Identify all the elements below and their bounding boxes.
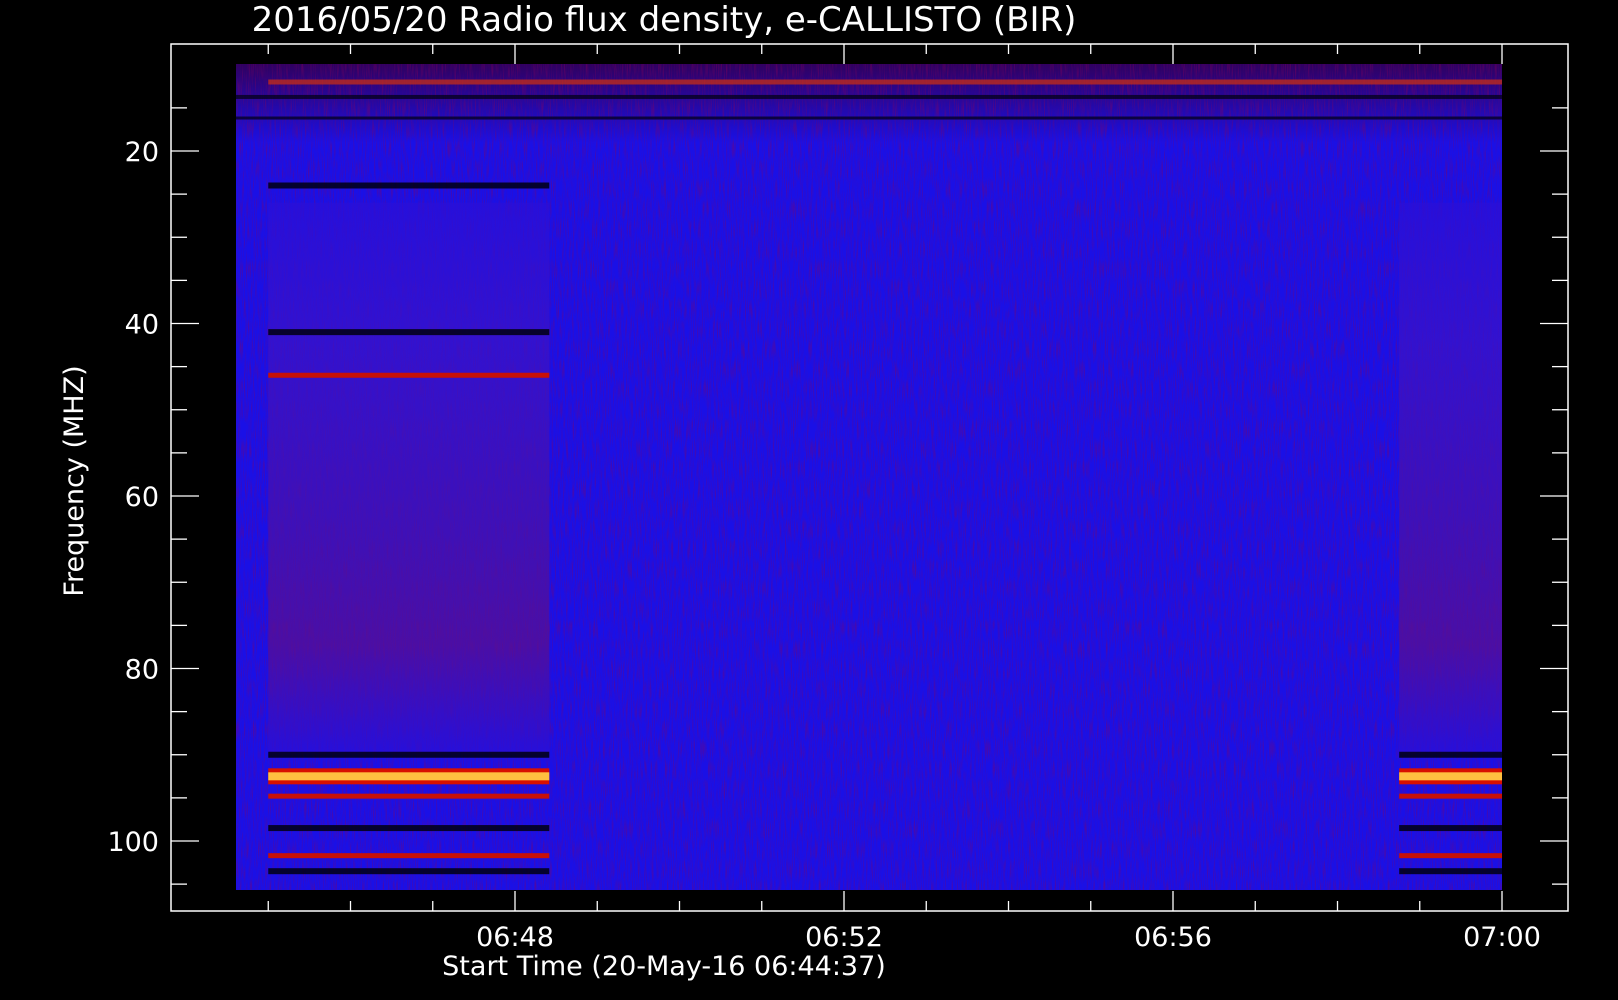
x-tick-label: 06:52: [805, 922, 883, 953]
segment-left: [268, 202, 550, 755]
emission-band: [268, 853, 550, 859]
emission-band: [1399, 772, 1502, 781]
dark-stripe: [268, 751, 550, 758]
y-tick-label: 80: [125, 655, 159, 686]
x-axis-label: Start Time (20-May-16 06:44:37): [442, 951, 886, 982]
y-tick-label: 20: [125, 137, 159, 168]
dark-stripe: [268, 868, 550, 875]
dark-stripe: [268, 182, 550, 189]
emission-band: [1399, 853, 1502, 859]
y-tick-label: 40: [125, 310, 159, 341]
dark-stripe: [268, 329, 550, 336]
emission-band: [268, 772, 550, 781]
y-tick-label: 60: [125, 482, 159, 513]
y-tick-label: 100: [107, 827, 159, 858]
emission-band: [268, 79, 1502, 85]
spectrogram-chart: 06:48 06:52 06:56 07:00 20 40 60 80 100 2016/05/…: [59, 0, 1569, 982]
x-tick-label: 07:00: [1463, 922, 1541, 953]
segment-right: [1399, 202, 1502, 755]
plot-area: [236, 64, 1502, 890]
dark-stripe: [236, 116, 1502, 120]
emission-band: [1399, 793, 1502, 799]
emission-band: [268, 793, 550, 799]
emission-band: [268, 372, 550, 378]
x-tick-label: 06:56: [1134, 922, 1212, 953]
chart-title: 2016/05/20 Radio flux density, e-CALLIST…: [252, 0, 1077, 40]
spectrogram-features: [236, 64, 1502, 890]
dark-stripe: [1399, 825, 1502, 832]
dark-stripe: [236, 94, 1502, 99]
x-tick-label: 06:48: [476, 922, 554, 953]
y-axis-label: Frequency (MHZ): [59, 365, 90, 596]
dark-stripe: [268, 825, 550, 832]
dark-stripe: [1399, 751, 1502, 758]
dark-stripe: [1399, 868, 1502, 875]
